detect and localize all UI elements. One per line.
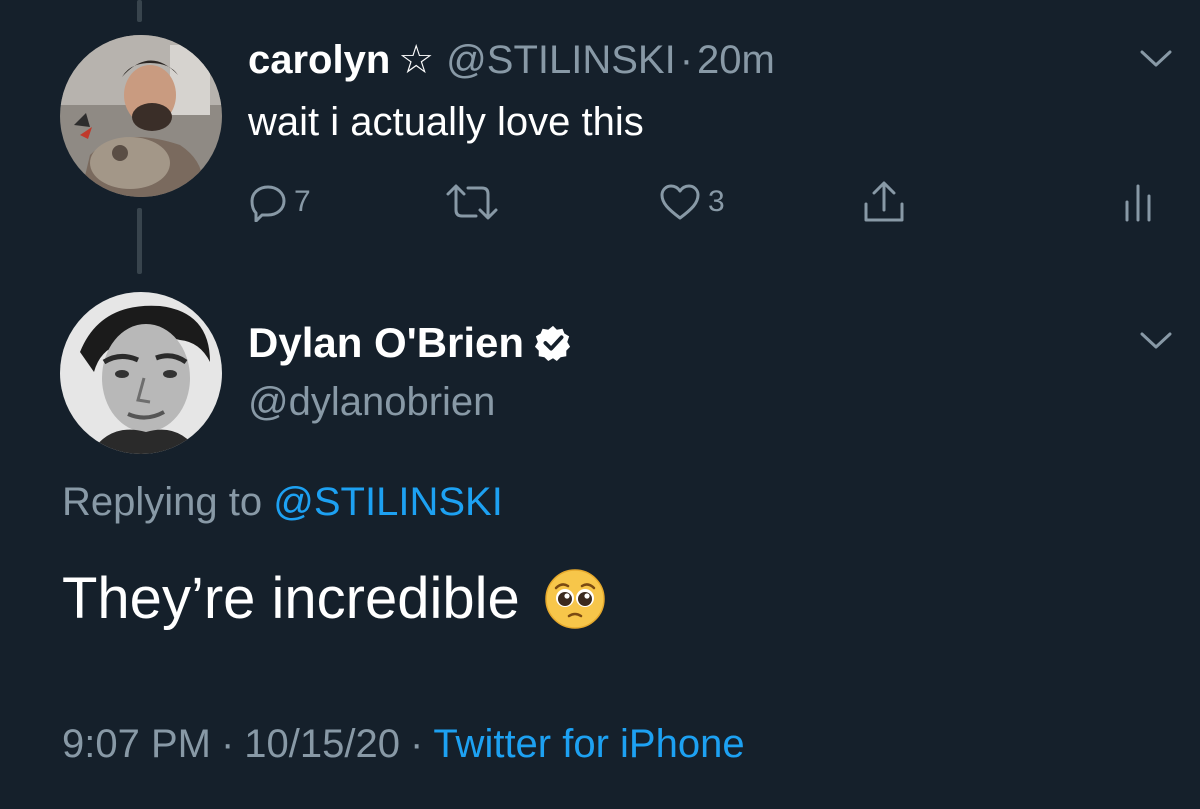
separator-dot: · xyxy=(410,722,424,766)
like-icon xyxy=(660,184,700,220)
chevron-down-icon[interactable] xyxy=(1138,46,1174,70)
retweet-button[interactable] xyxy=(444,178,506,226)
verified-badge-icon xyxy=(535,325,571,362)
user-handle[interactable]: @STILINSKI xyxy=(446,38,676,82)
pleading-face-emoji-icon xyxy=(545,569,605,629)
tweet-source-link[interactable]: Twitter for iPhone xyxy=(433,722,744,766)
retweet-icon xyxy=(446,184,498,220)
chevron-down-icon[interactable] xyxy=(1138,328,1174,352)
analytics-button[interactable] xyxy=(1122,178,1154,226)
avatar[interactable] xyxy=(60,292,222,454)
display-name[interactable]: carolyn xyxy=(248,38,390,82)
reply-button[interactable]: 7 xyxy=(248,178,311,226)
replying-to-line: Replying to @STILINSKI xyxy=(62,478,503,526)
mention-link[interactable]: @STILINSKI xyxy=(273,480,503,524)
share-icon xyxy=(864,181,904,222)
thread-line-top xyxy=(137,0,142,22)
separator-dot: · xyxy=(220,722,235,766)
tweet-metadata: 9:07 PM · 10/15/20 · Twitter for iPhone xyxy=(62,720,745,768)
user-handle[interactable]: @dylanobrien xyxy=(248,378,495,426)
analytics-icon xyxy=(1125,184,1151,222)
separator-dot: · xyxy=(679,38,694,82)
tweet-text: wait i actually love this xyxy=(248,100,644,144)
tweet-time[interactable]: 20m xyxy=(697,38,775,82)
replying-prefix: Replying to xyxy=(62,480,263,524)
tweet-date[interactable]: 10/15/20 xyxy=(244,722,400,766)
avatar[interactable] xyxy=(60,35,222,197)
display-name[interactable]: Dylan O'Brien xyxy=(248,318,572,368)
thread-line-bottom xyxy=(137,208,142,274)
share-button[interactable] xyxy=(860,178,908,226)
display-name-text: Dylan O'Brien xyxy=(248,319,525,366)
reply-icon xyxy=(250,185,286,222)
tweet-text-content: They’re incredible xyxy=(62,566,520,631)
tweet-header: carolyn ☆ @STILINSKI · 20m xyxy=(248,36,775,84)
reply-count: 7 xyxy=(294,185,311,218)
tweet-time[interactable]: 9:07 PM xyxy=(62,722,211,766)
tweet-text: They’re incredible xyxy=(62,566,606,632)
like-button[interactable]: 3 xyxy=(658,178,725,226)
star-icon: ☆ xyxy=(398,38,435,82)
like-count: 3 xyxy=(708,185,725,218)
